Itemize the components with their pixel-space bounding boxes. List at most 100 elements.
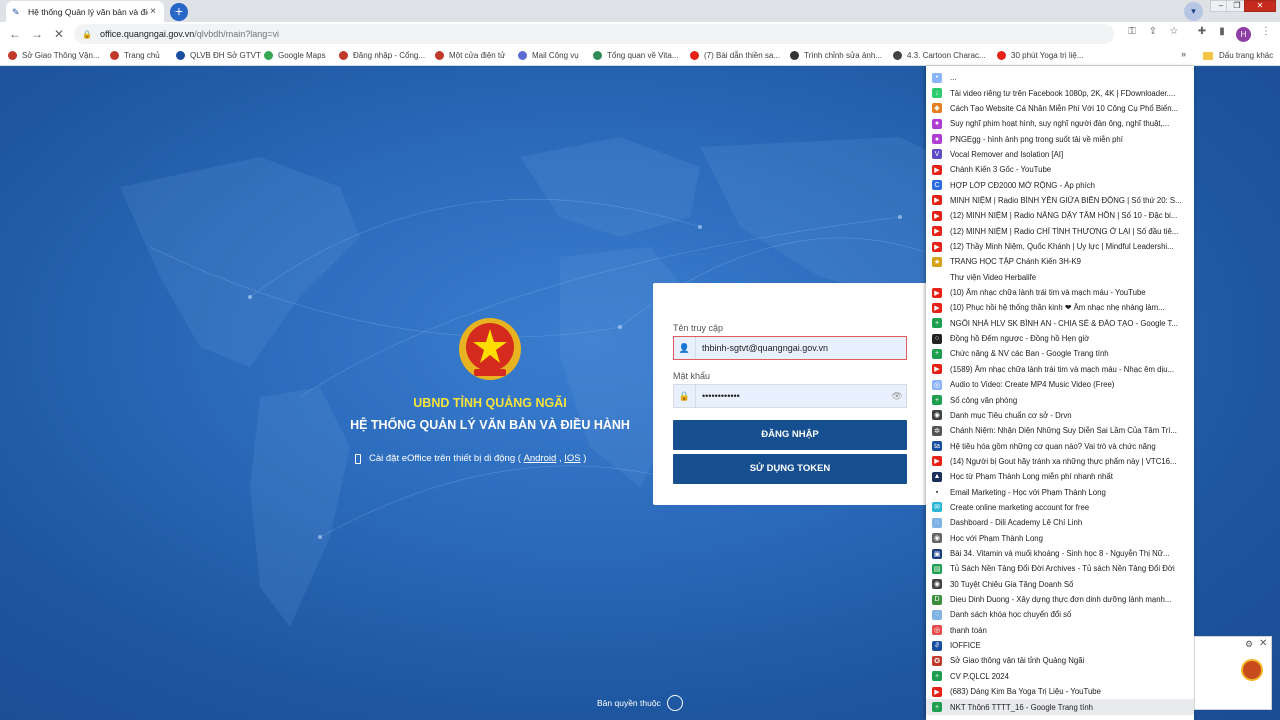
bookmark-menu-item[interactable]: ◉ Học với Phạm Thành Long (926, 531, 1194, 546)
key-icon[interactable]: ⚿ (1124, 26, 1140, 37)
mobile-install-text: Cài đặt eOffice trên thiết bị di động ( (369, 453, 521, 464)
bookmark-item[interactable]: 4.3. Cartoon Charac... (893, 51, 986, 60)
tab-search-button[interactable]: ▾ (1184, 2, 1203, 21)
bookmark-menu-item[interactable]: ▶ MINH NIỆM | Radio BÌNH YÊN GIỮA BIẾN ĐỘ… (926, 193, 1194, 208)
bookmark-favicon-icon: + (932, 395, 942, 406)
bookmark-menu-item[interactable]: ▤ Tủ Sách Nền Tảng Đổi Đời Archives - Tủ … (926, 561, 1194, 576)
menu-kebab-icon[interactable]: ⋮ (1258, 26, 1274, 37)
username-input[interactable] (696, 343, 906, 353)
notification-popup: ⚙ ✕ (1194, 636, 1272, 710)
ios-link[interactable]: IOS (564, 453, 580, 464)
bookmark-item[interactable]: Trang chủ (110, 51, 160, 60)
national-emblem-icon (459, 318, 521, 380)
gear-icon[interactable]: ⚙ (1245, 639, 1253, 650)
bookmark-menu-item[interactable]: ◌ Danh sách khóa học chuyển đổi số (926, 607, 1194, 622)
bookmark-menu-item[interactable]: ◎ thanh toán (926, 623, 1194, 638)
stop-loading-icon[interactable]: ✕ (48, 27, 70, 41)
bookmark-menu-item[interactable]: + NGÔI NHÀ HLV SK BÌNH AN - CHIA SẺ & ĐÀO… (926, 316, 1194, 331)
bookmark-menu-item[interactable]: C HỢP LỚP CĐ2000 MỞ RỘNG - Áp phích (926, 177, 1194, 192)
seal-icon (8, 51, 17, 60)
bookmark-menu-item[interactable]: ▶ (12) Thầy Minh Niệm, Quốc Khánh | Uy lự… (926, 239, 1194, 254)
password-input[interactable] (696, 391, 888, 401)
bookmark-menu-item[interactable]: ● Suy nghĩ phim hoạt hình, suy nghĩ người… (926, 116, 1194, 131)
username-field[interactable]: 👤 (673, 336, 907, 360)
new-tab-button[interactable]: + (170, 3, 188, 21)
show-password-icon[interactable]: 👁 (888, 391, 906, 402)
bookmark-menu-item[interactable]: + Chức năng & NV các Ban - Google Trang t… (926, 346, 1194, 361)
bookmark-menu-item[interactable]: + NKT Thôn6 TTTT_16 - Google Trang tính (926, 699, 1194, 715)
bookmark-menu-item[interactable]: ✲ Chánh Niệm: Nhận Diện Những Suy Diễn Sa… (926, 423, 1194, 438)
side-panel-icon[interactable]: ▮ (1214, 26, 1230, 37)
bookmark-menu-item[interactable]: ◉ Danh mục Tiêu chuẩn cơ sở - Drvn (926, 408, 1194, 423)
bookmark-menu-item[interactable]: ◌ Dashboard - Dili Academy Lê Chí Linh (926, 515, 1194, 530)
bookmark-menu-item[interactable]: ▶ (14) Người bị Gout hãy tránh xa những t… (926, 454, 1194, 469)
bookmark-label: Một cửa điện tử (449, 51, 506, 60)
bookmark-menu-item[interactable]: ✪ Sở Giao thông vận tải tỉnh Quảng Ngãi (926, 653, 1194, 668)
bookmark-menu-item[interactable]: ▶ (10) Phục hồi hệ thống thần kinh ❤ Âm n… (926, 300, 1194, 315)
address-bar[interactable]: 🔒 office.quangngai.gov.vn/qlvbdh/main?la… (74, 24, 1114, 44)
bookmark-menu-label: Dashboard - Dili Academy Lê Chí Linh (950, 518, 1083, 528)
bookmark-menu-item[interactable]: ▶ Chánh Kiến 3 Gốc - YouTube (926, 162, 1194, 177)
bookmark-menu-item[interactable]: + CV P.QLCL 2024 (926, 669, 1194, 684)
bookmark-menu-item[interactable]: ↓ Tải video riêng tư trên Facebook 1080p,… (926, 85, 1194, 100)
bookmark-menu-item[interactable]: ○ Đồng hồ Đếm ngược - Đồng hồ Hẹn giờ (926, 331, 1194, 346)
bookmark-menu-item[interactable]: ▶ (10) Âm nhạc chữa lành trái tim và mạch… (926, 285, 1194, 300)
extensions-icon[interactable]: ✚ (1194, 26, 1210, 37)
bookmark-menu-item[interactable]: ✉ Create online marketing account for fre… (926, 500, 1194, 515)
bookmark-menu-item[interactable]: •... (926, 70, 1194, 85)
bookmark-menu-item[interactable]: ★ TRANG HỌC TẬP Chánh Kiến 3H-K9 (926, 254, 1194, 269)
back-icon[interactable]: ← (4, 27, 26, 41)
bookmark-menu-item[interactable]: Thư viện Video Herbalife (926, 270, 1194, 285)
other-bookmarks-folder[interactable]: Dấu trang khác (1203, 51, 1273, 60)
share-icon[interactable]: ⇪ (1145, 26, 1161, 37)
bookmark-favicon-icon: ◉ (932, 533, 942, 544)
bookmark-menu-item[interactable]: ▲ Học từ Phạm Thành Long miễn phí nhanh n… (926, 469, 1194, 484)
bookmark-menu-item[interactable]: ◉ 30 Tuyệt Chiêu Gia Tăng Doanh Số (926, 577, 1194, 592)
bookmark-menu-item[interactable]: D Dieu Dinh Duong - Xây dựng thực đơn din… (926, 592, 1194, 607)
bookmark-menu-label: Suy nghĩ phim hoạt hình, suy nghĩ người … (950, 119, 1170, 129)
bookmark-item[interactable]: Google Maps (264, 51, 326, 60)
bookmark-menu-item[interactable]: ▶ (1589) Âm nhạc chữa lành trái tim và mạ… (926, 362, 1194, 377)
tab-close-icon[interactable]: × (148, 6, 158, 17)
seal-icon (110, 51, 119, 60)
bookmark-item[interactable]: (7) Bài dẫn thiền sa... (690, 51, 780, 60)
bookmark-item[interactable]: Đăng nhập - Cổng... (339, 51, 425, 60)
bookmark-item[interactable]: Mail Công vụ (518, 51, 579, 60)
bookmark-menu-label: Create online marketing account for free (950, 502, 1090, 512)
bookmarks-more-button[interactable]: » (1181, 49, 1193, 59)
bookmark-menu-item[interactable]: ▶ (683) Dáng Kim Ba Yoga Trị Liệu - YouTu… (926, 684, 1194, 699)
bookmark-menu-item[interactable]: ◎ Audio to Video: Create MP4 Music Video … (926, 377, 1194, 392)
password-field[interactable]: 🔒 👁 (673, 384, 907, 408)
bookmark-favicon-icon: ▶ (932, 456, 942, 467)
star-icon[interactable]: ☆ (1166, 26, 1182, 37)
bookmark-item[interactable]: Một cửa điện tử (435, 51, 506, 60)
profile-avatar[interactable]: H (1236, 27, 1251, 42)
android-link[interactable]: Android (524, 453, 557, 464)
bookmark-menu-item[interactable]: + Sổ công văn phòng (926, 392, 1194, 407)
bookmark-menu-item[interactable]: ◆ Cách Tạo Website Cá Nhân Miễn Phí Với 1… (926, 101, 1194, 116)
bookmark-item[interactable]: 30 phút Yoga trị liệ... (997, 51, 1084, 60)
bookmark-menu-item[interactable]: ta Hệ tiêu hóa gồm những cơ quan nào? Vai… (926, 438, 1194, 453)
bookmark-item[interactable]: Sở Giao Thông Vận... (8, 51, 100, 60)
bookmark-menu-item[interactable]: ▪ Email Marketing - Học với Phạm Thành Lo… (926, 484, 1194, 499)
window-close-button[interactable]: ✕ (1244, 0, 1276, 12)
bookmark-menu-label: HỢP LỚP CĐ2000 MỞ RỘNG - Áp phích (950, 180, 1096, 190)
bookmark-menu-item[interactable]: ● PNGEgg - hình ảnh png trong suốt tải về… (926, 131, 1194, 146)
bookmark-menu-label: (12) MINH NIỆM | Radio NÂNG DẬY TÂM HỒN … (950, 211, 1178, 221)
bookmark-menu-item[interactable]: V Vocal Remover and Isolation [AI] (926, 147, 1194, 162)
bookmark-menu-item[interactable]: ▶ (12) MINH NIỆM | Radio NÂNG DẬY TÂM HỒN… (926, 208, 1194, 223)
close-icon[interactable]: ✕ (1259, 638, 1267, 649)
browser-tab-active[interactable]: ✎ Hệ thống Quản lý văn bản và điề × (6, 1, 164, 22)
bookmark-menu-item[interactable]: ▶ (12) MINH NIỆM | Radio CHỈ TÌNH THƯƠNG … (926, 224, 1194, 239)
lock-icon[interactable]: 🔒 (82, 30, 92, 39)
login-button[interactable]: ĐĂNG NHẬP (673, 420, 907, 450)
bookmark-item[interactable]: Tổng quan về Vita... (593, 51, 678, 60)
use-token-button[interactable]: SỬ DỤNG TOKEN (673, 454, 907, 484)
forward-icon[interactable]: → (26, 27, 48, 41)
bookmark-menu-item[interactable]: ▣ Bài 34. Vitamin và muối khoáng - Sinh h… (926, 546, 1194, 561)
bookmark-label: Sở Giao Thông Vận... (22, 51, 100, 60)
bookmark-item[interactable]: Trình chỉnh sửa ảnh... (790, 51, 882, 60)
bookmark-item[interactable]: QLVB ĐH Sở GTVT (176, 51, 261, 60)
bookmark-menu-item[interactable]: ∂ IOFFICE (926, 638, 1194, 653)
map-pin-icon (264, 51, 273, 60)
